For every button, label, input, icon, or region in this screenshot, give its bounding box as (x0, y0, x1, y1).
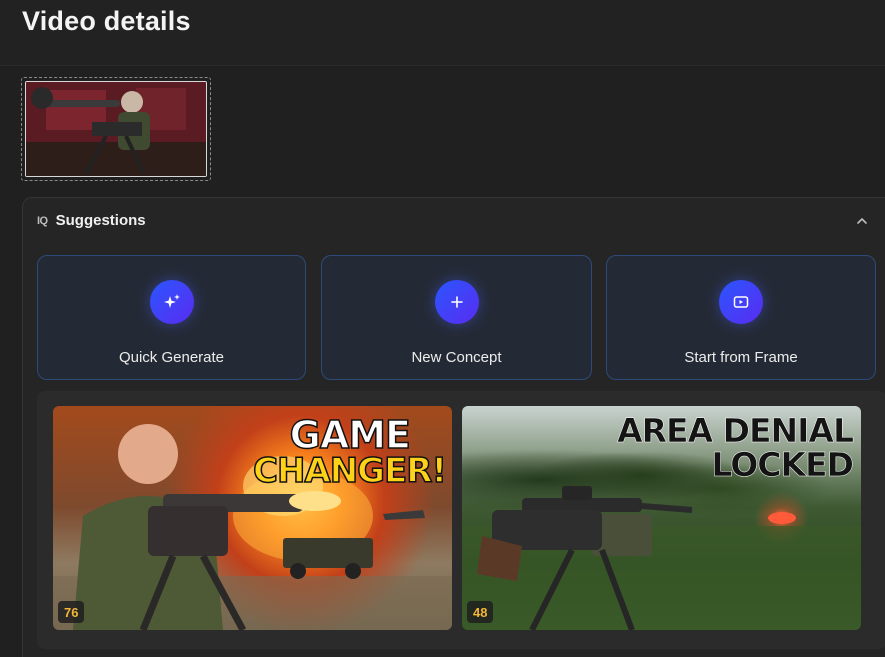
concept-score-badge: 76 (58, 601, 85, 623)
quick-generate-label: Quick Generate (118, 349, 225, 366)
concept-card-area-denial[interactable]: AREA DENIAL LOCKED 48 (462, 406, 861, 630)
concept-headline-line1: GAME (289, 413, 412, 457)
suggestions-header[interactable]: IQ Suggestions (37, 212, 146, 229)
concept-headline-line2: CHANGER! (252, 451, 448, 491)
concept-headline-line2: LOCKED (711, 445, 854, 484)
concept-score-badge: 48 (467, 601, 494, 623)
page-title: Video details (22, 6, 191, 36)
suggestions-panel: IQ Suggestions Quick Generate New Concep… (22, 197, 885, 657)
concept-gallery: GAME CHANGER! 76 AREA DENIAL LOCKED 48 (37, 391, 885, 649)
iq-icon: IQ (37, 214, 48, 227)
suggestions-title: Suggestions (55, 212, 146, 229)
sparkles-icon (149, 280, 194, 324)
plus-icon (434, 280, 479, 324)
new-concept-button[interactable]: New Concept (321, 255, 592, 380)
quick-generate-button[interactable]: Quick Generate (37, 255, 306, 380)
concept-card-game-changer[interactable]: GAME CHANGER! 76 (53, 406, 452, 630)
current-thumbnail[interactable] (21, 77, 211, 181)
current-thumbnail-image (25, 81, 207, 177)
concept-headline-line1: AREA DENIAL (617, 411, 854, 450)
chevron-up-icon[interactable] (855, 214, 869, 228)
page-header: Video details (0, 0, 885, 66)
start-from-frame-button[interactable]: Start from Frame (606, 255, 876, 380)
new-concept-label: New Concept (411, 349, 502, 366)
video-frame-icon (719, 280, 763, 324)
start-from-frame-label: Start from Frame (684, 349, 798, 366)
